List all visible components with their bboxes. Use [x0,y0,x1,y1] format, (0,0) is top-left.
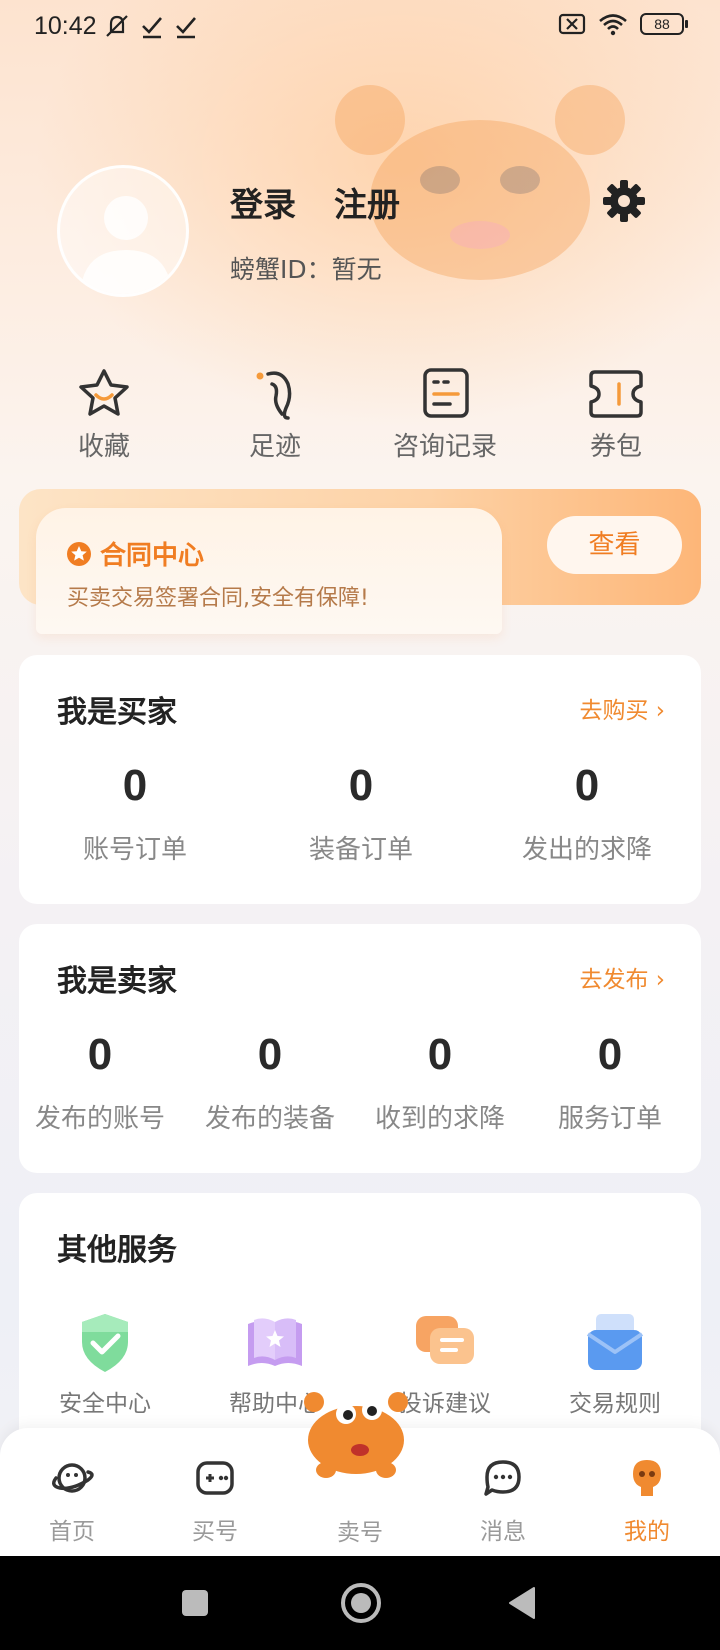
quick-coupons[interactable]: 券包 [546,368,686,463]
stat-published-equipment[interactable]: 0 发布的装备 [195,1030,345,1135]
check-icon [176,17,196,39]
tab-label: 买号 [192,1519,238,1545]
quick-label: 咨询记录 [392,432,497,462]
stat-value: 0 [427,1030,453,1079]
profile-icon [633,1460,661,1496]
stat-label: 发布的账号 [34,1104,165,1134]
crab-icon[interactable] [300,1380,412,1490]
status-time: 10:42 [34,12,97,40]
star-icon [79,369,129,416]
view-contract-button[interactable]: 查看 [547,516,682,574]
settings-gear-icon[interactable] [601,178,647,224]
quick-actions: 收藏 足迹 咨询记录 券包 [0,368,720,468]
status-bar: 10:42 88 [0,0,720,56]
stat-received-price-requests[interactable]: 0 收到的求降 [365,1030,515,1135]
help-book-icon [248,1318,302,1366]
seller-card: 我是卖家 去发布 › 0 发布的账号 0 发布的装备 0 收到的求降 0 服务订… [19,924,701,1173]
stat-label: 收到的求降 [374,1104,505,1134]
stat-label: 服务订单 [557,1104,662,1134]
go-buy-link[interactable]: 去购买 › [579,691,665,725]
tab-mine[interactable]: 我的 [597,1456,697,1546]
gamepad-icon [196,1461,234,1495]
stat-sent-price-requests[interactable]: 0 发出的求降 [507,761,667,866]
auth-links: 登录 注册 [230,178,400,226]
stat-service-orders[interactable]: 0 服务订单 [535,1030,685,1135]
tab-messages[interactable]: 消息 [453,1456,553,1546]
stat-account-orders[interactable]: 0 账号订单 [55,761,215,866]
buyer-title: 我是买家 [57,695,177,730]
mute-icon [106,15,128,37]
tab-label: 我的 [624,1519,670,1545]
service-trade-rules[interactable]: 交易规则 [530,1310,700,1418]
stat-value: 0 [122,761,148,810]
login-link[interactable]: 登录 [230,178,296,226]
tab-home[interactable]: 首页 [22,1456,122,1546]
stat-label: 发布的装备 [204,1104,335,1134]
record-icon [423,368,469,418]
stat-label: 装备订单 [308,835,413,865]
stat-label: 发出的求降 [521,835,652,865]
crab-id: 螃蟹ID：暂无 [230,255,382,284]
service-security-center[interactable]: 安全中心 [20,1310,190,1418]
tab-label: 首页 [49,1519,95,1545]
tab-buy-account[interactable]: 买号 [165,1456,265,1546]
quick-label: 足迹 [248,432,301,462]
quick-favorites[interactable]: 收藏 [34,368,174,463]
avatar[interactable] [57,165,189,297]
complaint-icon [416,1316,474,1364]
quick-label: 券包 [589,432,642,462]
shield-icon [82,1314,128,1372]
stat-value: 0 [257,1030,283,1079]
home-circle-icon[interactable] [340,1582,382,1624]
sim-off-icon [558,13,586,35]
stat-label: 账号订单 [82,835,187,865]
message-icon [484,1460,521,1496]
service-label: 交易规则 [569,1391,661,1417]
battery-indicator: 88 [640,13,688,35]
stat-equipment-orders[interactable]: 0 装备订单 [281,761,441,866]
stat-value: 0 [348,761,374,810]
home-planet-icon [52,1463,94,1493]
recents-square-icon[interactable] [180,1588,210,1618]
contract-title-text: 合同中心 [100,541,205,571]
service-label: 安全中心 [59,1391,151,1417]
quick-consult-records[interactable]: 咨询记录 [375,368,515,463]
contract-subtitle: 买卖交易签署合同,安全有保障! [67,586,369,611]
buyer-card: 我是买家 去购买 › 0 账号订单 0 装备订单 0 发出的求降 [19,655,701,904]
rules-icon [586,1314,644,1370]
services-title: 其他服务 [57,1233,177,1268]
stat-published-accounts[interactable]: 0 发布的账号 [25,1030,175,1135]
back-triangle-icon[interactable] [506,1586,538,1620]
wifi-icon [599,14,627,36]
seller-title: 我是卖家 [57,964,177,999]
register-link[interactable]: 注册 [334,178,400,226]
tab-label: 消息 [480,1519,526,1545]
stat-value: 0 [574,761,600,810]
check-icon [142,17,162,39]
contract-title: 合同中心 [66,535,204,572]
quick-footprints[interactable]: 足迹 [205,368,345,463]
tab-label[interactable]: 卖号 [320,1513,400,1547]
coupon-icon [589,370,643,418]
user-placeholder-icon [80,196,172,294]
footprint-icon [256,371,292,420]
stat-value: 0 [87,1030,113,1079]
stat-value: 0 [597,1030,623,1079]
go-publish-link[interactable]: 去发布 › [579,960,665,994]
badge-star-icon [67,541,91,566]
quick-label: 收藏 [77,432,130,462]
